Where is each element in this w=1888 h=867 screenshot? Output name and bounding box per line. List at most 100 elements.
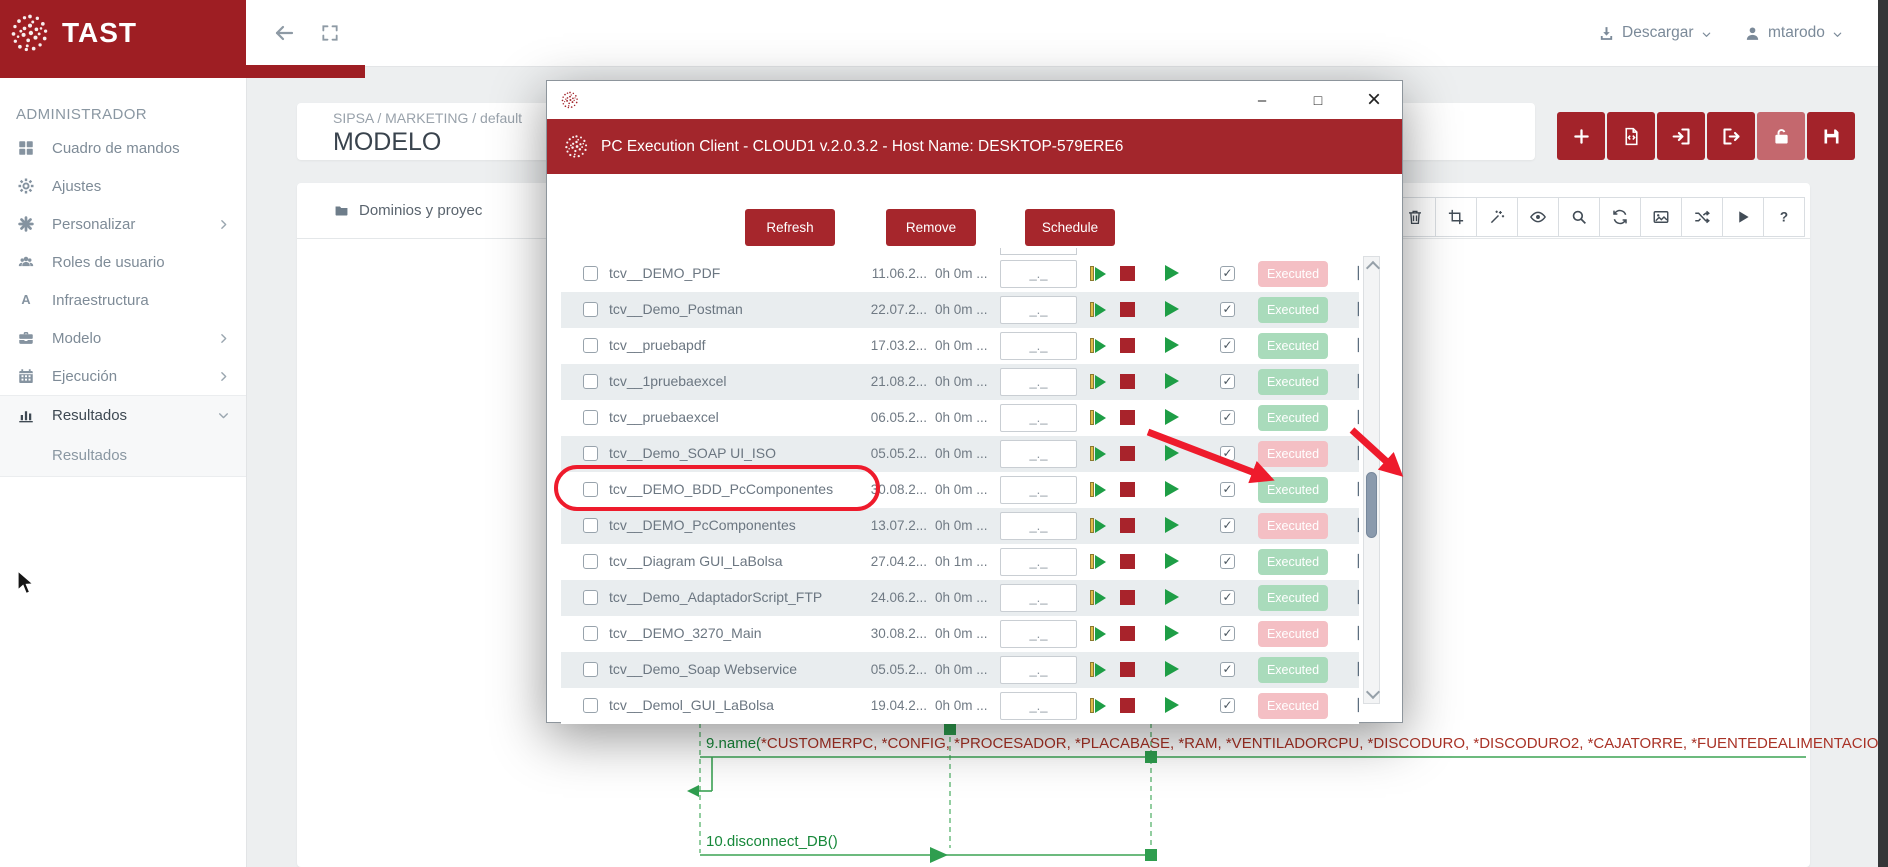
run-button[interactable] [1165, 661, 1179, 677]
results-file-button[interactable] [1354, 552, 1359, 570]
remove-button[interactable]: Remove [886, 209, 976, 246]
toolbar-play-button[interactable] [1722, 197, 1764, 237]
stop-button[interactable] [1120, 590, 1135, 605]
enabled-checkbox[interactable]: ✓ [1220, 338, 1235, 353]
run-step-button[interactable] [1090, 554, 1106, 569]
run-step-button[interactable] [1090, 446, 1106, 461]
stop-button[interactable] [1120, 626, 1135, 641]
enabled-checkbox[interactable]: ✓ [1220, 662, 1235, 677]
time-input[interactable]: _._ [1000, 404, 1077, 432]
results-file-button[interactable] [1354, 660, 1359, 678]
results-file-button[interactable] [1354, 480, 1359, 498]
stop-button[interactable] [1120, 374, 1135, 389]
refresh-button[interactable]: Refresh [745, 209, 835, 246]
sidebar-item-ejecuci-n[interactable]: Ejecución [0, 357, 246, 395]
row-checkbox[interactable] [583, 590, 598, 605]
run-button[interactable] [1165, 301, 1179, 317]
row-checkbox[interactable] [583, 266, 598, 281]
sign-out-button[interactable] [1707, 112, 1755, 160]
breadcrumb[interactable]: SIPSA / MARKETING / default [333, 110, 522, 126]
stop-button[interactable] [1120, 302, 1135, 317]
row-checkbox[interactable] [583, 662, 598, 677]
test-case-row[interactable]: tcv__pruebaexcel 06.05.2... 0h 0m ... _._ ✓ E… [561, 400, 1359, 436]
run-button[interactable] [1165, 337, 1179, 353]
domains-projects-tab[interactable]: Dominios y proyec [333, 183, 482, 238]
stop-button[interactable] [1120, 410, 1135, 425]
row-checkbox[interactable] [583, 446, 598, 461]
row-checkbox[interactable] [583, 410, 598, 425]
results-file-button[interactable] [1354, 588, 1359, 606]
minimize-button[interactable]: – [1234, 81, 1290, 119]
row-checkbox[interactable] [583, 374, 598, 389]
test-case-row[interactable]: tcv__DEMO_3270_Main 30.08.2... 0h 0m ... _.… [561, 616, 1359, 652]
stop-button[interactable] [1120, 338, 1135, 353]
scroll-down-icon[interactable] [1365, 684, 1381, 700]
row-checkbox[interactable] [583, 698, 598, 713]
run-button[interactable] [1165, 265, 1179, 281]
schedule-button[interactable]: Schedule [1025, 209, 1115, 246]
results-file-button[interactable] [1354, 336, 1359, 354]
run-step-button[interactable] [1090, 374, 1106, 389]
enabled-checkbox[interactable]: ✓ [1220, 590, 1235, 605]
download-menu[interactable]: Descargar [1598, 0, 1712, 66]
results-file-button[interactable] [1354, 264, 1359, 282]
stop-button[interactable] [1120, 698, 1135, 713]
run-step-button[interactable] [1090, 662, 1106, 677]
time-input[interactable]: _._ [1000, 368, 1077, 396]
test-case-row[interactable]: tcv__Demo_Postman 22.07.2... 0h 0m ... _._ ✓… [561, 292, 1359, 328]
app-logo[interactable]: TAST [0, 0, 246, 66]
stop-button[interactable] [1120, 554, 1135, 569]
toolbar-image-button[interactable] [1640, 197, 1682, 237]
time-input[interactable]: _._ [1000, 332, 1077, 360]
window-titlebar[interactable]: – □ × [547, 81, 1402, 119]
run-step-button[interactable] [1090, 518, 1106, 533]
test-case-row[interactable]: tcv__1pruebaexcel 21.08.2... 0h 0m ... _._ ✓… [561, 364, 1359, 400]
time-input[interactable]: _._ [1000, 512, 1077, 540]
test-case-row[interactable]: tcv__DEMO_PcComponentes 13.07.2... 0h 0m .… [561, 508, 1359, 544]
run-step-button[interactable] [1090, 626, 1106, 641]
stop-button[interactable] [1120, 446, 1135, 461]
run-button[interactable] [1165, 409, 1179, 425]
enabled-checkbox[interactable]: ✓ [1220, 302, 1235, 317]
time-input[interactable]: _._ [1000, 656, 1077, 684]
run-button[interactable] [1165, 553, 1179, 569]
run-button[interactable] [1165, 481, 1179, 497]
time-input[interactable]: _._ [1000, 584, 1077, 612]
run-button[interactable] [1165, 697, 1179, 713]
results-file-button[interactable] [1354, 516, 1359, 534]
run-button[interactable] [1165, 589, 1179, 605]
sidebar-subitem-resultados[interactable]: Resultados [0, 434, 246, 476]
results-file-button[interactable] [1354, 696, 1359, 714]
toolbar-crop-button[interactable] [1435, 197, 1477, 237]
enabled-checkbox[interactable]: ✓ [1220, 626, 1235, 641]
unlock-button[interactable] [1757, 112, 1805, 160]
fullscreen-button[interactable] [320, 23, 340, 43]
results-file-button[interactable] [1354, 408, 1359, 426]
stop-button[interactable] [1120, 662, 1135, 677]
run-step-button[interactable] [1090, 410, 1106, 425]
sidebar-item-ajustes[interactable]: Ajustes [0, 167, 246, 205]
save-button[interactable] [1807, 112, 1855, 160]
run-button[interactable] [1165, 373, 1179, 389]
test-case-row[interactable]: tcv__Diagram GUI_LaBolsa 27.04.2... 0h 1m … [561, 544, 1359, 580]
sidebar-item-roles-de-usuario[interactable]: Roles de usuario [0, 243, 246, 281]
test-case-row[interactable]: tcv__Demo_Soap Webservice 05.05.2... 0h 0m… [561, 652, 1359, 688]
row-checkbox[interactable] [583, 626, 598, 641]
file-code-button[interactable] [1607, 112, 1655, 160]
scroll-up-icon[interactable] [1365, 260, 1381, 276]
user-menu[interactable]: mtarodo [1744, 0, 1843, 66]
run-button[interactable] [1165, 625, 1179, 641]
sidebar-item-personalizar[interactable]: Personalizar [0, 205, 246, 243]
run-step-button[interactable] [1090, 698, 1106, 713]
test-case-row[interactable]: tcv__pruebapdf 17.03.2... 0h 0m ... _._ ✓ Exe… [561, 328, 1359, 364]
enabled-checkbox[interactable]: ✓ [1220, 410, 1235, 425]
time-input[interactable]: _._ [1000, 548, 1077, 576]
row-checkbox[interactable] [583, 302, 598, 317]
row-checkbox[interactable] [583, 482, 598, 497]
results-file-button[interactable] [1354, 372, 1359, 390]
time-input[interactable]: _._ [1000, 692, 1077, 720]
row-checkbox[interactable] [583, 518, 598, 533]
run-step-button[interactable] [1090, 338, 1106, 353]
stop-button[interactable] [1120, 518, 1135, 533]
test-case-row[interactable]: tcv__Demo_SOAP UI_ISO 05.05.2... 0h 0m ...… [561, 436, 1359, 472]
